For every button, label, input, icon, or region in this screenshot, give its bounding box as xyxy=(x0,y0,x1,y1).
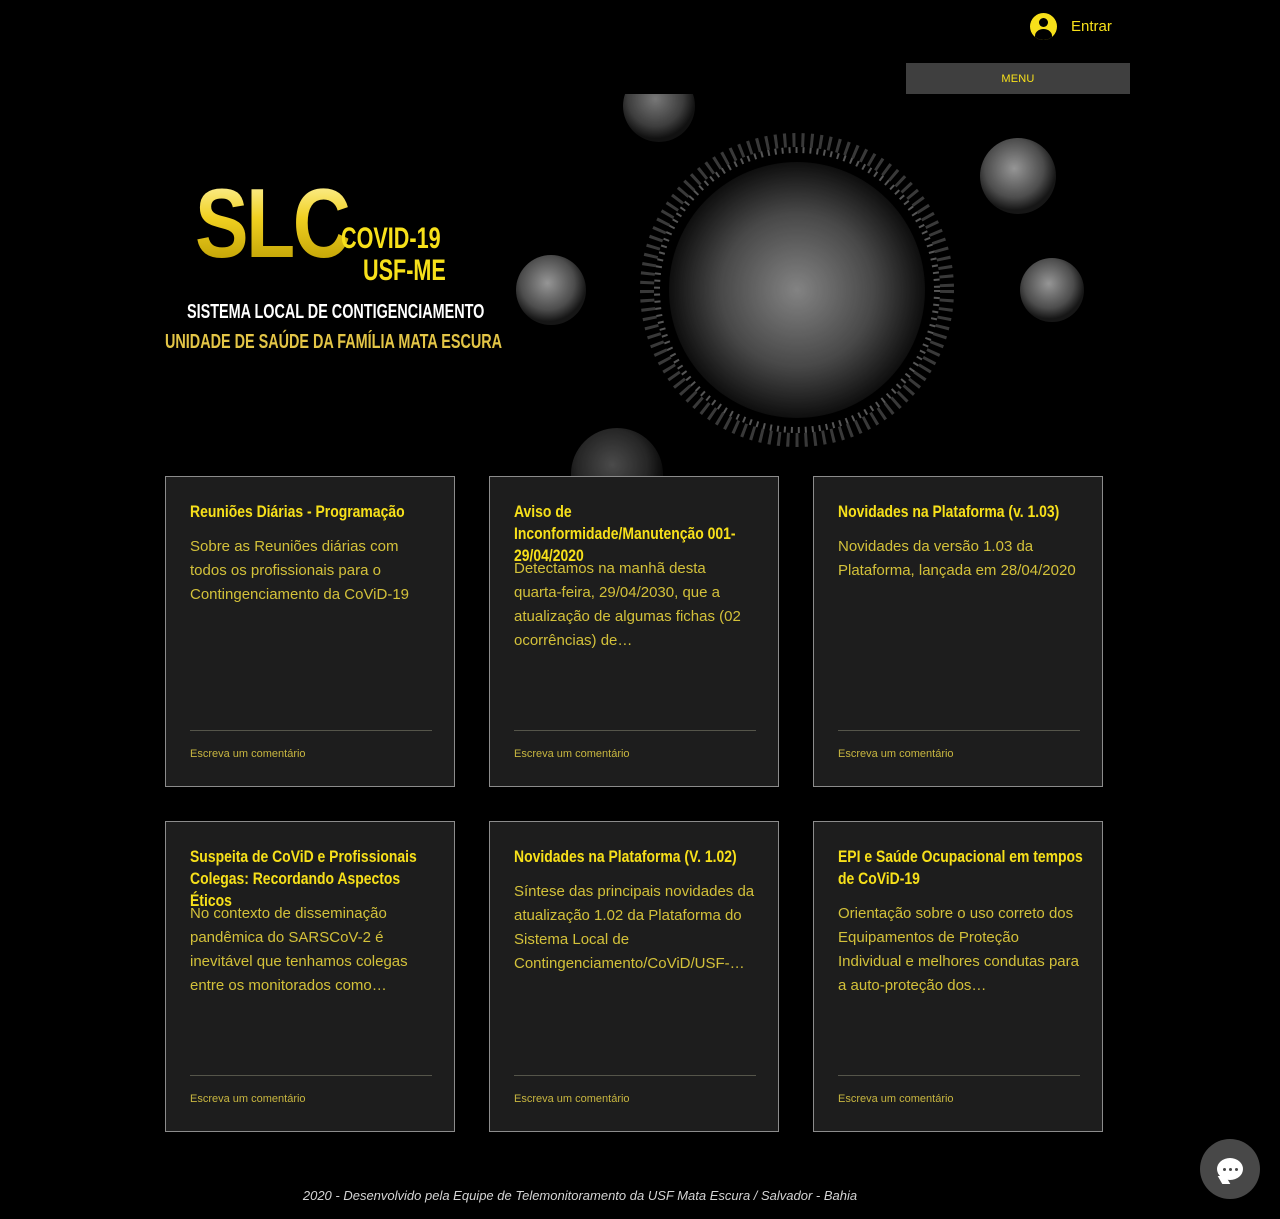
login-label: Entrar xyxy=(1071,17,1112,35)
hero-banner: SLC COVID-19 USF-ME SISTEMA LOCAL DE CON… xyxy=(0,94,1280,476)
logo-slc-text: SLC xyxy=(195,168,351,278)
post-title[interactable]: Novidades na Plataforma (v. 1.03) xyxy=(838,501,1084,523)
post-card[interactable]: Novidades na Plataforma (V. 1.02) Síntes… xyxy=(489,821,779,1132)
comment-link[interactable]: Escreva um comentário xyxy=(190,748,306,760)
card-divider xyxy=(190,1075,432,1076)
chat-bubble-icon xyxy=(1217,1158,1243,1180)
post-excerpt: Novidades da versão 1.03 da Plataforma, … xyxy=(838,538,1076,579)
post-excerpt: Sobre as Reuniões diárias com todos os p… xyxy=(190,538,410,603)
post-excerpt: Orientação sobre o uso correto dos Equip… xyxy=(838,905,1079,994)
post-card[interactable]: EPI e Saúde Ocupacional em tempos de CoV… xyxy=(813,821,1103,1132)
card-divider xyxy=(190,730,432,731)
post-card[interactable]: Reuniões Diárias - Programação Sobre as … xyxy=(165,476,455,787)
card-divider xyxy=(838,730,1080,731)
post-card[interactable]: Novidades na Plataforma (v. 1.03) Novida… xyxy=(813,476,1103,787)
logo-usf-text: USF-ME xyxy=(363,254,446,287)
comment-link[interactable]: Escreva um comentário xyxy=(838,748,954,760)
footer-text: 2020 - Desenvolvido pela Equipe de Telem… xyxy=(302,1188,858,1203)
post-excerpt: Detectamos na manhã desta quarta-feira, … xyxy=(514,560,741,649)
post-card[interactable]: Aviso de Inconformidade/Manutenção 001-2… xyxy=(489,476,779,787)
login-button[interactable]: Entrar xyxy=(1030,10,1112,42)
post-excerpt: No contexto de disseminação pandêmica do… xyxy=(190,905,408,994)
comment-link[interactable]: Escreva um comentário xyxy=(514,1093,630,1105)
post-title[interactable]: Reuniões Diárias - Programação xyxy=(190,501,436,523)
site-logo: SLC COVID-19 USF-ME SISTEMA LOCAL DE CON… xyxy=(165,174,502,360)
comment-link[interactable]: Escreva um comentário xyxy=(514,748,630,760)
card-divider xyxy=(838,1075,1080,1076)
post-title[interactable]: Novidades na Plataforma (V. 1.02) xyxy=(514,846,760,868)
card-divider xyxy=(514,1075,756,1076)
comment-link[interactable]: Escreva um comentário xyxy=(838,1093,954,1105)
logo-covid-text: COVID-19 xyxy=(341,222,441,255)
logo-system-subtitle: SISTEMA LOCAL DE CONTIGENCIAMENTO xyxy=(187,301,485,323)
logo-unit-subtitle: UNIDADE DE SAÚDE DA FAMÍLIA MATA ESCURA xyxy=(165,331,503,353)
card-divider xyxy=(514,730,756,731)
comment-link[interactable]: Escreva um comentário xyxy=(190,1093,306,1105)
chat-button[interactable] xyxy=(1200,1139,1260,1199)
menu-button[interactable]: MENU xyxy=(906,63,1130,94)
post-card[interactable]: Suspeita de CoViD e Profissionais Colega… xyxy=(165,821,455,1132)
user-avatar-icon xyxy=(1030,12,1057,40)
post-excerpt: Síntese das principais novidades da atua… xyxy=(514,883,755,972)
post-title[interactable]: EPI e Saúde Ocupacional em tempos de CoV… xyxy=(838,846,1084,890)
